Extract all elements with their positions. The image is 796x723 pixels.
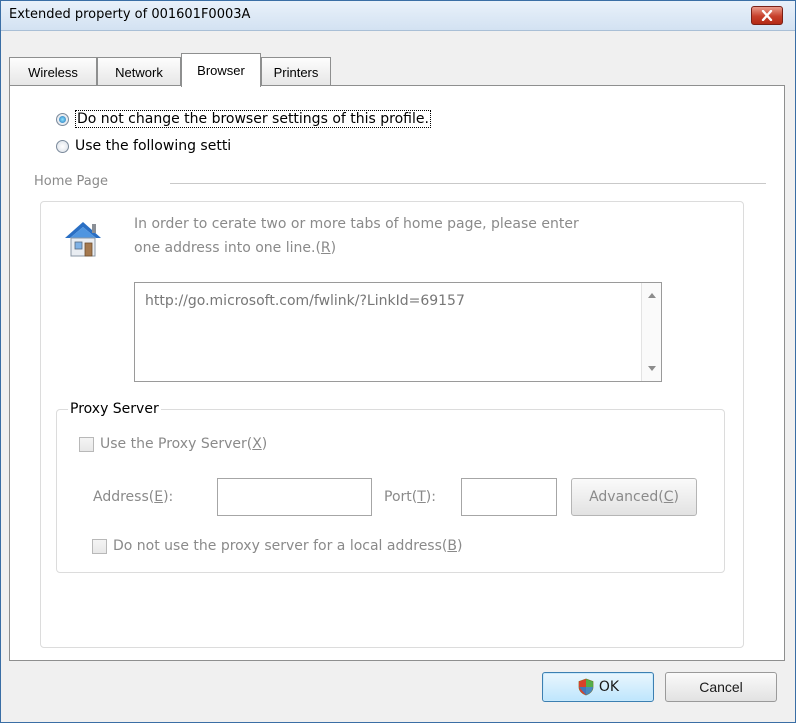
home-page-divider	[170, 183, 766, 184]
tab-browser[interactable]: Browser	[181, 53, 261, 87]
port-label: Port(T):	[384, 489, 436, 505]
use-proxy-text: Use the Proxy Server(	[100, 436, 253, 452]
browser-tab-panel: Do not change the browser settings of th…	[9, 85, 785, 661]
shield-icon	[578, 678, 594, 696]
radio-keep-label: Do not change the browser settings of th…	[75, 110, 431, 128]
dialog-window: Extended property of 001601F0003A Wirele…	[0, 0, 796, 723]
tab-printers[interactable]: Printers	[261, 57, 331, 86]
tab-network-label: Network	[115, 64, 163, 80]
advanced-button[interactable]: Advanced(C)	[571, 478, 697, 516]
use-proxy-key: X	[252, 436, 262, 452]
radio-keep-button[interactable]	[56, 112, 69, 126]
cancel-label: Cancel	[699, 679, 743, 695]
bypass-local-checkbox-row[interactable]: Do not use the proxy server for a local …	[92, 538, 462, 554]
close-button[interactable]	[751, 6, 783, 25]
bypass-local-key: B	[447, 538, 457, 554]
radio-keep-settings[interactable]: Do not change the browser settings of th…	[56, 110, 431, 128]
home-page-url-textarea[interactable]: http://go.microsoft.com/fwlink/?LinkId=6…	[134, 282, 662, 382]
home-page-url-text: http://go.microsoft.com/fwlink/?LinkId=6…	[145, 293, 465, 309]
bypass-local-end: )	[456, 538, 463, 554]
address-label: Address(E):	[93, 489, 173, 505]
address-text: Address(	[93, 489, 155, 505]
port-end: ):	[425, 489, 436, 505]
radio-use-button[interactable]	[56, 139, 69, 153]
hint-line-2-end: )	[330, 240, 337, 256]
hint-line-2-text: one address into one line.(	[134, 240, 321, 256]
url-scrollbar[interactable]	[641, 283, 661, 381]
title-bar[interactable]: Extended property of 001601F0003A	[1, 1, 795, 31]
advanced-end: )	[673, 489, 679, 505]
radio-use-label: Use the following setti	[75, 138, 232, 154]
ok-button[interactable]: OK	[542, 672, 654, 702]
close-x-icon	[761, 10, 773, 21]
address-key: E	[154, 489, 164, 505]
tab-browser-label: Browser	[197, 63, 245, 78]
house-icon	[65, 222, 101, 257]
window-title: Extended property of 001601F0003A	[9, 7, 251, 22]
proxy-address-input[interactable]	[217, 478, 372, 516]
use-proxy-label: Use the Proxy Server(X)	[100, 436, 267, 452]
tab-network[interactable]: Network	[97, 57, 181, 86]
hint-access-key: R	[320, 240, 331, 256]
tab-wireless[interactable]: Wireless	[9, 57, 97, 86]
hint-line-2: one address into one line.(R)	[134, 236, 579, 260]
port-key: T	[417, 489, 426, 505]
use-proxy-checkbox[interactable]	[79, 436, 94, 452]
cancel-button[interactable]: Cancel	[665, 672, 777, 702]
bypass-local-label: Do not use the proxy server for a local …	[113, 538, 462, 554]
address-end: ):	[163, 489, 174, 505]
port-text: Port(	[384, 489, 418, 505]
tab-wireless-label: Wireless	[28, 64, 78, 80]
home-page-hint: In order to cerate two or more tabs of h…	[134, 212, 579, 260]
advanced-text: Advanced(	[589, 489, 664, 505]
home-page-title: Home Page	[34, 174, 114, 189]
scroll-up-arrow-icon[interactable]	[648, 293, 656, 298]
use-proxy-end: )	[261, 436, 268, 452]
radio-selected-dot	[59, 115, 66, 123]
proxy-server-title: Proxy Server	[68, 401, 161, 417]
radio-use-settings[interactable]: Use the following setti	[56, 138, 231, 154]
tab-printers-label: Printers	[273, 64, 319, 80]
hint-line-1: In order to cerate two or more tabs of h…	[134, 216, 579, 232]
scroll-down-arrow-icon[interactable]	[648, 366, 656, 371]
advanced-key: C	[663, 489, 674, 505]
bypass-local-checkbox[interactable]	[92, 538, 107, 554]
proxy-port-input[interactable]	[461, 478, 557, 516]
bypass-local-text: Do not use the proxy server for a local …	[113, 538, 448, 554]
use-proxy-checkbox-row[interactable]: Use the Proxy Server(X)	[79, 436, 267, 452]
ok-label: OK	[598, 679, 620, 695]
